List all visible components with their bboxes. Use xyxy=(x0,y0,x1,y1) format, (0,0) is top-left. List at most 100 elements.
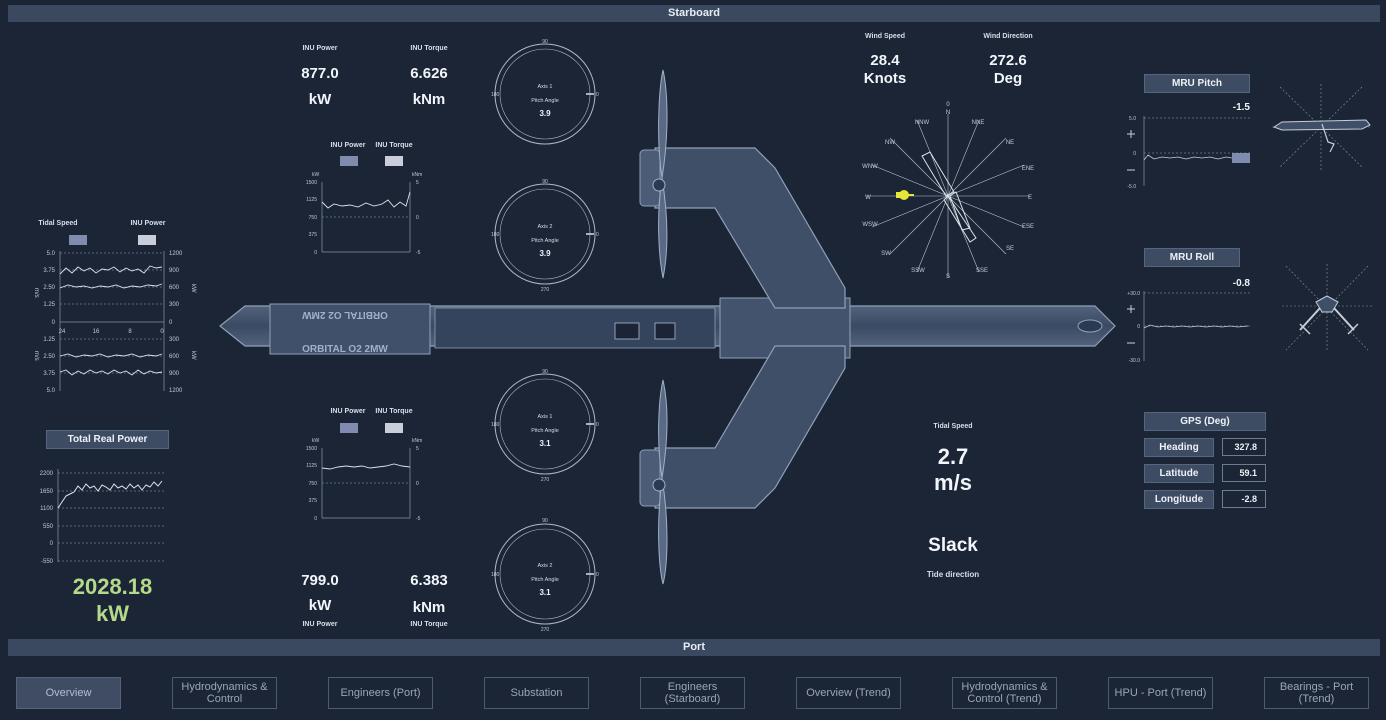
tp-tick-0: 2200 xyxy=(40,471,54,477)
gps-longitude-label: Longitude xyxy=(1144,490,1214,509)
mru-pitch-tick-0: 5.0 xyxy=(1129,116,1136,122)
nav-overview-trend[interactable]: Overview (Trend) xyxy=(796,677,901,709)
stbd-inu-power-label: INU Power xyxy=(302,45,338,52)
gps-heading-value: 327.8 xyxy=(1222,438,1266,456)
hull-name-bottom: ORBITAL O2 2MW xyxy=(302,344,388,355)
rose-nw: NW xyxy=(885,140,895,146)
rose-0: 0 xyxy=(946,102,950,108)
rose-wnw: WNW xyxy=(862,164,878,170)
mru-roll-tick-0: +30.0 xyxy=(1127,291,1140,297)
dial-4-bottom: 270 xyxy=(541,627,550,633)
dual-left-tick-7: 3.75 xyxy=(43,371,55,377)
tp-tick-1: 1650 xyxy=(40,489,54,495)
nav-hydrodynamics-control-trend[interactable]: Hydrodynamics & Control (Trend) xyxy=(952,677,1057,709)
dual-left-tick-2: 2.50 xyxy=(43,285,55,291)
dual-left-unit-2: m/s xyxy=(33,351,39,361)
port-inu-power-unit: kW xyxy=(308,597,332,614)
mru-roll-tick-2: -30.0 xyxy=(1129,358,1141,364)
legend-inu-swatch xyxy=(138,235,156,245)
dual-left-tick-8: 5.0 xyxy=(47,388,56,394)
tidal-speed-label: Tidal Speed xyxy=(933,423,973,430)
mru-roll-attitude-icon xyxy=(1282,264,1372,352)
nav-overview[interactable]: Overview xyxy=(16,677,121,709)
dual-left-tick-1: 3.75 xyxy=(43,268,55,274)
dual-left-tick-6: 2.50 xyxy=(43,354,55,360)
dual-right-tick-0: 1200 xyxy=(169,251,183,257)
tidal-speed-value: 2.7 xyxy=(937,444,969,469)
wind-speed-label: Wind Speed xyxy=(865,33,905,40)
dual-right-unit: kW xyxy=(190,284,196,293)
total-power-chart: 2200 1650 1100 550 0 -550 xyxy=(40,469,166,565)
rose-wsw: WSW xyxy=(862,222,878,228)
mru-roll-title: MRU Roll xyxy=(1144,248,1240,267)
dual-left-tick-3: 1.25 xyxy=(43,302,55,308)
wind-speed-value: 28.4 xyxy=(870,52,900,69)
legend-tidal-swatch xyxy=(69,235,87,245)
rose-w: W xyxy=(865,195,871,201)
port-inu-torque-label: INU Torque xyxy=(410,621,448,628)
nav-bearings-port-trend[interactable]: Bearings - Port (Trend) xyxy=(1264,677,1369,709)
nav-substation[interactable]: Substation xyxy=(484,677,589,709)
rose-n: N xyxy=(946,110,950,116)
gps-longitude-value: -2.8 xyxy=(1222,490,1266,508)
port-header: Port xyxy=(8,639,1380,656)
stbd-inu-torque-label: INU Torque xyxy=(410,45,448,52)
rose-nnw: NNW xyxy=(915,120,930,126)
starboard-header: Starboard xyxy=(8,5,1380,22)
wind-speed-unit: Knots xyxy=(863,70,907,87)
dual-left-tick-4: 0 xyxy=(52,320,56,326)
wind-direction-value: 272.6 xyxy=(989,52,1027,69)
nav-engineers-port[interactable]: Engineers (Port) xyxy=(328,677,433,709)
dual-right-tick-3: 300 xyxy=(169,302,180,308)
rose-ene: ENE xyxy=(1022,166,1034,172)
dual-right-tick-1: 900 xyxy=(169,268,180,274)
tp-tick-2: 1100 xyxy=(40,506,54,512)
dual-right-tick-8: 1200 xyxy=(169,388,183,394)
dial-1-top: 90 xyxy=(542,39,548,45)
legend-tidal-label: Tidal Speed xyxy=(38,220,78,227)
dual-chart: 5.0 3.75 2.50 1.25 0 1.25 2.50 3.75 5.0 … xyxy=(33,251,196,394)
gps-heading-label: Heading xyxy=(1144,438,1214,457)
mru-pitch-chart: 5.0 0 -5.0 xyxy=(1127,116,1250,190)
rose-sw: SW xyxy=(881,251,891,257)
tp-tick-4: 0 xyxy=(50,541,54,547)
gps-latitude-value: 59.1 xyxy=(1222,464,1266,482)
rose-se: SE xyxy=(1006,246,1014,252)
mru-roll-chart: +30.0 0 -30.0 xyxy=(1127,291,1250,364)
mru-pitch-title: MRU Pitch xyxy=(1144,74,1250,93)
nav-hydrodynamics-control[interactable]: Hydrodynamics & Control xyxy=(172,677,277,709)
total-power-unit: kW xyxy=(96,601,129,626)
total-power-value: 2028.18 xyxy=(72,574,153,599)
rose-e: E xyxy=(1028,195,1032,201)
rose-s: S xyxy=(946,274,950,280)
tp-tick-3: 550 xyxy=(43,524,54,530)
wind-direction-unit: Deg xyxy=(993,70,1023,87)
nav-hpu-port-trend[interactable]: HPU - Port (Trend) xyxy=(1108,677,1213,709)
mru-pitch-tick-1: 0 xyxy=(1133,151,1136,157)
dual-right-tick-7: 900 xyxy=(169,371,180,377)
wind-rose: 0 N NNE NE ENE E ESE SE SSE S SSW SW WSW… xyxy=(862,102,1034,280)
wind-direction-label: Wind Direction xyxy=(983,33,1033,40)
tide-value: Slack xyxy=(928,535,978,556)
dual-right-tick-5: 300 xyxy=(169,337,180,343)
total-power-title: Total Real Power xyxy=(46,430,169,449)
dual-left-tick-5: 1.25 xyxy=(43,337,55,343)
gps-latitude-label: Latitude xyxy=(1144,464,1214,483)
rose-ne: NE xyxy=(1006,140,1014,146)
mru-pitch-tick-2: -5.0 xyxy=(1127,184,1136,190)
rose-ese: ESE xyxy=(1022,224,1034,230)
dual-left-tick-0: 5.0 xyxy=(47,251,56,257)
gps-title: GPS (Deg) xyxy=(1144,412,1266,431)
dual-right-tick-6: 600 xyxy=(169,354,180,360)
dual-right-unit-2: kW xyxy=(190,351,196,360)
tp-tick-5: -550 xyxy=(41,559,54,565)
port-inu-torque-unit: kNm xyxy=(412,599,446,616)
nav-engineers-starboard[interactable]: Engineers (Starboard) xyxy=(640,677,745,709)
dual-x-tick-2: 8 xyxy=(128,329,132,335)
rose-ssw: SSW xyxy=(911,268,925,274)
dual-right-tick-2: 600 xyxy=(169,285,180,291)
port-inu-power-label: INU Power xyxy=(302,621,338,628)
rose-nne: NNE xyxy=(972,120,985,126)
tide-direction-label: Tide direction xyxy=(926,570,980,579)
rose-sse: SSE xyxy=(976,268,988,274)
